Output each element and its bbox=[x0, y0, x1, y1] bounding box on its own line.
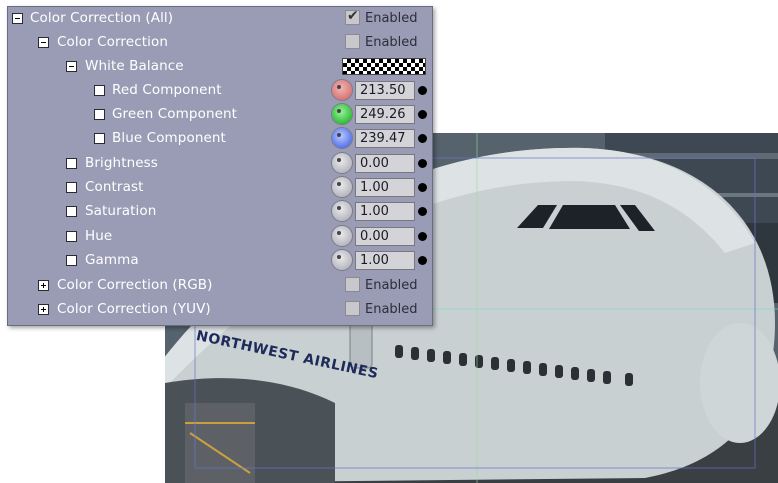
expand-toggle[interactable] bbox=[38, 280, 49, 291]
keyframe-dot-icon[interactable] bbox=[418, 86, 427, 95]
value-field[interactable]: 1.00 bbox=[355, 178, 415, 197]
tree-row-blue-component: Blue Component 239.47 bbox=[8, 127, 432, 151]
tree-label: Red Component bbox=[112, 82, 222, 98]
enabled-checkbox[interactable] bbox=[345, 34, 360, 49]
enabled-checkbox[interactable] bbox=[345, 277, 360, 292]
tree-row-color-correction-yuv: Color Correction (YUV) Enabled bbox=[8, 298, 432, 322]
enabled-label: Enabled bbox=[365, 302, 418, 317]
keyframe-dot-icon[interactable] bbox=[418, 183, 427, 192]
tree-label: Green Component bbox=[112, 106, 238, 122]
enabled-label: Enabled bbox=[365, 278, 418, 293]
value-field[interactable]: 0.00 bbox=[355, 227, 415, 246]
tree-label: Contrast bbox=[85, 179, 144, 195]
red-dial-icon[interactable] bbox=[332, 80, 352, 100]
enable-checkbox[interactable] bbox=[66, 231, 77, 242]
tree-row-color-correction-all: Color Correction (All) ✔ Enabled bbox=[8, 7, 432, 31]
value-field[interactable]: 0.00 bbox=[355, 154, 415, 173]
blue-dial-icon[interactable] bbox=[332, 128, 352, 148]
transparency-swatch[interactable] bbox=[342, 58, 426, 75]
value-field[interactable]: 249.26 bbox=[355, 105, 415, 124]
collapse-toggle[interactable] bbox=[38, 37, 49, 48]
value-field[interactable]: 239.47 bbox=[355, 129, 415, 148]
enabled-checkbox[interactable] bbox=[345, 301, 360, 316]
value-field[interactable]: 213.50 bbox=[355, 81, 415, 100]
enable-checkbox[interactable] bbox=[66, 255, 77, 266]
enable-checkbox[interactable] bbox=[66, 182, 77, 193]
keyframe-dot-icon[interactable] bbox=[418, 256, 427, 265]
enable-checkbox[interactable] bbox=[94, 133, 105, 144]
tree-label: Gamma bbox=[85, 252, 139, 268]
tree-label: Blue Component bbox=[112, 130, 226, 146]
tree-row-gamma: Gamma 1.00 bbox=[8, 249, 432, 273]
tree-label: Saturation bbox=[85, 203, 157, 219]
check-icon: ✔ bbox=[347, 8, 359, 24]
tree-label: Color Correction bbox=[57, 34, 168, 50]
tree-label: Brightness bbox=[85, 155, 158, 171]
tree-label: Color Correction (YUV) bbox=[57, 301, 211, 317]
dial-icon[interactable] bbox=[332, 177, 352, 197]
dial-icon[interactable] bbox=[332, 250, 352, 270]
keyframe-dot-icon[interactable] bbox=[418, 159, 427, 168]
collapse-toggle[interactable] bbox=[66, 61, 77, 72]
value-field[interactable]: 1.00 bbox=[355, 202, 415, 221]
tree-row-brightness: Brightness 0.00 bbox=[8, 152, 432, 176]
tree-row-color-correction: Color Correction Enabled bbox=[8, 31, 432, 55]
tree-row-white-balance: White Balance bbox=[8, 55, 432, 79]
tree-label: Color Correction (All) bbox=[30, 10, 174, 26]
collapse-toggle[interactable] bbox=[12, 13, 23, 24]
tree-row-saturation: Saturation 1.00 bbox=[8, 200, 432, 224]
enable-checkbox[interactable] bbox=[66, 206, 77, 217]
tree-label: Color Correction (RGB) bbox=[57, 277, 213, 293]
tree-row-color-correction-rgb: Color Correction (RGB) Enabled bbox=[8, 274, 432, 298]
green-dial-icon[interactable] bbox=[332, 104, 352, 124]
tree-label: White Balance bbox=[85, 58, 184, 74]
enable-checkbox[interactable] bbox=[66, 158, 77, 169]
keyframe-dot-icon[interactable] bbox=[418, 110, 427, 119]
value-field[interactable]: 1.00 bbox=[355, 251, 415, 270]
enabled-label: Enabled bbox=[365, 11, 418, 26]
keyframe-dot-icon[interactable] bbox=[418, 134, 427, 143]
tree-row-hue: Hue 0.00 bbox=[8, 225, 432, 249]
dial-icon[interactable] bbox=[332, 201, 352, 221]
tree-row-contrast: Contrast 1.00 bbox=[8, 176, 432, 200]
keyframe-dot-icon[interactable] bbox=[418, 232, 427, 241]
keyframe-dot-icon[interactable] bbox=[418, 207, 427, 216]
enable-checkbox[interactable] bbox=[94, 85, 105, 96]
tree-row-red-component: Red Component 213.50 bbox=[8, 79, 432, 103]
enabled-label: Enabled bbox=[365, 35, 418, 50]
dial-icon[interactable] bbox=[332, 226, 352, 246]
tree-label: Hue bbox=[85, 228, 113, 244]
color-correction-panel: Color Correction (All) ✔ Enabled Color C… bbox=[7, 6, 433, 326]
expand-toggle[interactable] bbox=[38, 304, 49, 315]
dial-icon[interactable] bbox=[332, 153, 352, 173]
enable-checkbox[interactable] bbox=[94, 109, 105, 120]
tree-row-green-component: Green Component 249.26 bbox=[8, 103, 432, 127]
enabled-checkbox[interactable]: ✔ bbox=[345, 8, 360, 25]
